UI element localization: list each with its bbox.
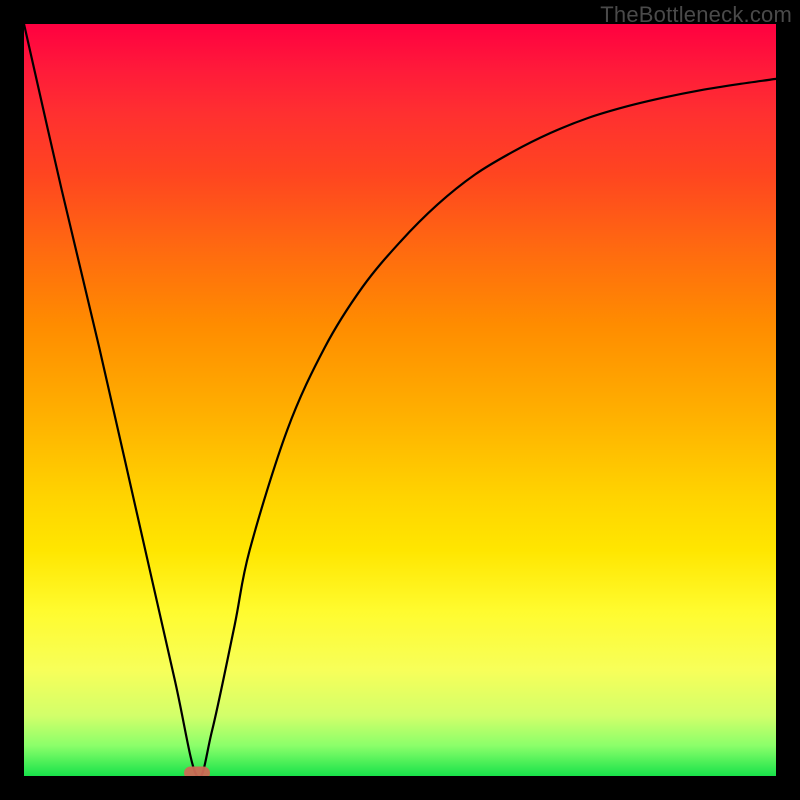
line-chart [24, 24, 776, 776]
watermark-text: TheBottleneck.com [600, 2, 792, 28]
minimum-marker [184, 767, 210, 777]
plot-area [24, 24, 776, 776]
bottleneck-curve [24, 24, 776, 776]
chart-frame: TheBottleneck.com [0, 0, 800, 800]
